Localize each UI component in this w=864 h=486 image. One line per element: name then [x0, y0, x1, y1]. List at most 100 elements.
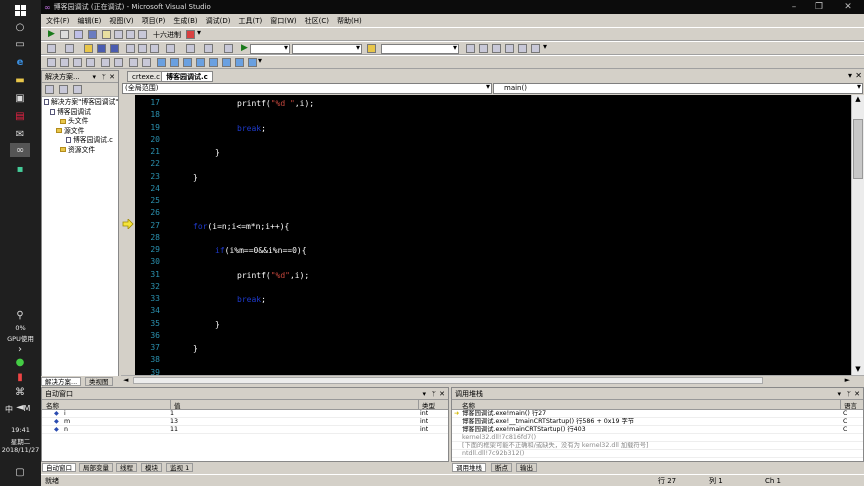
- code-editor[interactable]: printf("%d ",i); break;}} for(i=n;i<=m*n;i…: [163, 95, 851, 375]
- ime-mode[interactable]: M: [20, 404, 34, 413]
- tree-project[interactable]: 博客园调试: [42, 108, 118, 118]
- tab-threads[interactable]: 线程: [116, 463, 137, 472]
- menu-view[interactable]: 视图(V): [109, 16, 133, 26]
- undo-icon[interactable]: [166, 44, 175, 53]
- close-icon[interactable]: ✕: [838, 0, 858, 14]
- redo-icon[interactable]: [186, 44, 195, 53]
- tree-solution[interactable]: 解决方案"博客园调试": [42, 98, 118, 108]
- cut-icon[interactable]: [126, 44, 135, 53]
- code-line[interactable]: [163, 159, 171, 171]
- member-list-icon[interactable]: [47, 58, 56, 67]
- prev-bookmark-doc-icon[interactable]: [222, 58, 231, 67]
- toolbox-icon[interactable]: [505, 44, 514, 53]
- code-line[interactable]: [163, 282, 171, 294]
- restart-icon[interactable]: [88, 30, 97, 39]
- solution-config-dropdown[interactable]: [250, 43, 290, 54]
- code-line[interactable]: printf("%d ",i);: [163, 98, 314, 110]
- code-line[interactable]: break;: [163, 294, 266, 306]
- function-dropdown[interactable]: main(): [493, 82, 863, 94]
- code-line[interactable]: }: [163, 147, 220, 159]
- tab-locals[interactable]: 局部变量: [79, 463, 113, 472]
- scroll-up-icon[interactable]: ▲: [853, 95, 863, 105]
- object-browser-icon[interactable]: [492, 44, 501, 53]
- start-debug-icon[interactable]: ▶: [241, 43, 248, 53]
- minimize-icon[interactable]: –: [784, 0, 804, 14]
- menu-build[interactable]: 生成(B): [173, 16, 197, 26]
- code-line[interactable]: for(i=n;i<=m*n;i++){: [163, 221, 289, 233]
- tab-solution-explorer[interactable]: 解决方案...: [41, 377, 82, 386]
- close-icon[interactable]: ✕: [854, 388, 860, 400]
- chevron-down-icon[interactable]: ▾: [258, 56, 262, 65]
- tab-crtexe[interactable]: crtexe.c: [127, 71, 165, 82]
- horizontal-scrollbar[interactable]: ◄ ►: [121, 375, 864, 385]
- menu-tools[interactable]: 工具(T): [238, 16, 262, 26]
- code-line[interactable]: printf("%d",i);: [163, 270, 309, 282]
- edge-icon[interactable]: e: [12, 55, 28, 69]
- start-page-icon[interactable]: [531, 44, 540, 53]
- show-all-files-icon[interactable]: [59, 85, 68, 94]
- code-line[interactable]: }: [163, 172, 198, 184]
- tab-autos[interactable]: 自动窗口: [42, 463, 76, 472]
- code-line[interactable]: [163, 306, 171, 318]
- increase-indent-icon[interactable]: [114, 58, 123, 67]
- network-icon[interactable]: ⌘: [12, 385, 28, 399]
- scroll-down-icon[interactable]: ▼: [853, 365, 863, 375]
- code-line[interactable]: [163, 135, 171, 147]
- menu-debug[interactable]: 调试(D): [206, 16, 231, 26]
- clear-bookmarks-icon[interactable]: [248, 58, 257, 67]
- editor-margin[interactable]: [121, 95, 135, 375]
- bookmark-icon[interactable]: [157, 58, 166, 67]
- hex-button[interactable]: 十六进制: [153, 30, 181, 40]
- solution-explorer-icon[interactable]: [466, 44, 475, 53]
- copy-icon[interactable]: [138, 44, 147, 53]
- autos-row[interactable]: ◆ n 11 int: [42, 426, 448, 434]
- menu-file[interactable]: 文件(F): [46, 16, 70, 26]
- stop-icon[interactable]: [74, 30, 83, 39]
- code-line[interactable]: [163, 184, 171, 196]
- code-line[interactable]: [163, 257, 171, 269]
- menu-window[interactable]: 窗口(W): [270, 16, 296, 26]
- quick-info-icon[interactable]: [73, 58, 82, 67]
- next-bookmark-doc-icon[interactable]: [235, 58, 244, 67]
- close-icon[interactable]: ✕: [855, 71, 862, 80]
- scope-dropdown[interactable]: (全局范围): [122, 82, 492, 94]
- tree-source-file[interactable]: 博客园调试.c: [42, 136, 118, 146]
- parameter-info-icon[interactable]: [60, 58, 69, 67]
- show-next-statement-icon[interactable]: [102, 30, 111, 39]
- prev-bookmark-icon[interactable]: [170, 58, 179, 67]
- open-icon[interactable]: [84, 44, 93, 53]
- restore-icon[interactable]: ❐: [809, 0, 829, 14]
- wechat-icon[interactable]: ●: [12, 355, 28, 369]
- windows-start-icon[interactable]: [12, 3, 28, 17]
- notification-icon[interactable]: ▢: [12, 465, 28, 479]
- tab-output[interactable]: 输出: [516, 463, 537, 472]
- pin-icon[interactable]: ᛘ: [432, 388, 436, 400]
- tab-list-icon[interactable]: ▾: [848, 71, 852, 80]
- class-view-icon[interactable]: [518, 44, 527, 53]
- callstack-row[interactable]: ntdll.dll!7c92b312(): [452, 450, 863, 458]
- decrease-indent-icon[interactable]: [101, 58, 110, 67]
- find-combo[interactable]: [381, 43, 459, 54]
- step-over-icon[interactable]: [126, 30, 135, 39]
- prev-bookmark-folder-icon[interactable]: [196, 58, 205, 67]
- code-line[interactable]: [163, 331, 171, 343]
- uncomment-icon[interactable]: [142, 58, 151, 67]
- dropdown-icon[interactable]: ▾: [92, 71, 96, 83]
- code-line[interactable]: break;: [163, 123, 266, 135]
- app-green-icon[interactable]: ▪: [12, 162, 28, 176]
- mail-icon[interactable]: ✉: [12, 127, 28, 141]
- breakpoints-icon[interactable]: [186, 30, 195, 39]
- callstack-row[interactable]: kernel32.dll!7c816fd7(): [452, 434, 863, 442]
- tree-source-files[interactable]: 源文件: [42, 127, 118, 137]
- comment-icon[interactable]: [129, 58, 138, 67]
- pin-icon[interactable]: ᛘ: [847, 388, 851, 400]
- add-item-icon[interactable]: [65, 44, 74, 53]
- chevron-down-icon[interactable]: ▾: [543, 42, 547, 51]
- code-line[interactable]: }: [163, 343, 198, 355]
- find-in-files-icon[interactable]: [367, 44, 376, 53]
- tray-app-icon[interactable]: ▮: [12, 370, 28, 384]
- code-line[interactable]: [163, 208, 171, 220]
- refresh-icon[interactable]: [73, 85, 82, 94]
- save-icon[interactable]: [97, 44, 106, 53]
- col-name[interactable]: 名称: [462, 400, 475, 410]
